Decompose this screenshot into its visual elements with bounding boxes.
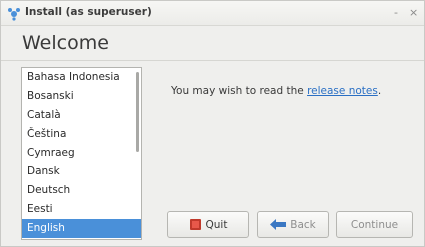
- language-item[interactable]: Català: [22, 106, 141, 125]
- language-item[interactable]: Bahasa Indonesia: [22, 68, 141, 87]
- header-divider: [1, 60, 424, 61]
- back-arrow-icon: [270, 219, 287, 230]
- page-title: Welcome: [22, 32, 109, 54]
- language-item[interactable]: Deutsch: [22, 181, 141, 200]
- title-bar: Install (as superuser) - ×: [1, 1, 424, 26]
- language-item[interactable]: English: [22, 219, 141, 239]
- quit-button[interactable]: Quit: [167, 211, 249, 238]
- window-title: Install (as superuser): [25, 6, 152, 18]
- release-notes-prefix: You may wish to read the: [171, 85, 308, 97]
- language-item[interactable]: Dansk: [22, 162, 141, 181]
- language-item[interactable]: Bosanski: [22, 87, 141, 106]
- back-button[interactable]: Back: [257, 211, 329, 238]
- language-item[interactable]: Čeština: [22, 125, 141, 144]
- language-list[interactable]: Bahasa Indonesia Bosanski Català Čeština Cym…: [21, 67, 142, 240]
- language-item[interactable]: Cymraeg: [22, 144, 141, 163]
- installer-window: Install (as superuser) - × Welcome Bahas…: [0, 0, 425, 247]
- installer-app-icon: [7, 6, 21, 21]
- continue-label: Continue: [350, 218, 399, 231]
- continue-button[interactable]: Continue: [336, 211, 413, 238]
- close-button[interactable]: ×: [409, 6, 418, 19]
- back-label: Back: [290, 218, 316, 231]
- language-list-scrollbar[interactable]: [136, 72, 139, 152]
- release-notes-link[interactable]: release notes: [307, 85, 378, 97]
- language-item[interactable]: Eesti: [22, 200, 141, 219]
- quit-icon: [189, 218, 202, 231]
- quit-label: Quit: [205, 218, 228, 231]
- release-notes-suffix: .: [377, 85, 382, 97]
- minimize-button[interactable]: -: [394, 6, 398, 19]
- release-notes-text: You may wish to read the release notes.: [171, 85, 381, 97]
